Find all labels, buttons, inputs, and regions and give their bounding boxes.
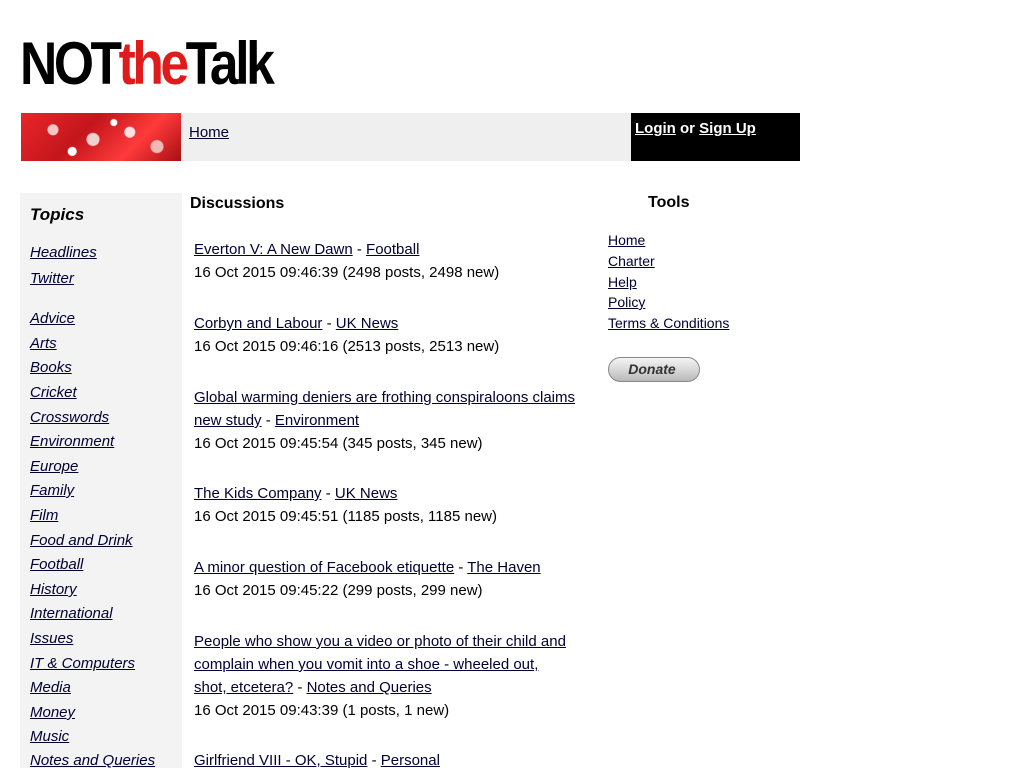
tools-help-link[interactable]: Help xyxy=(608,274,637,290)
sidebar-item-money[interactable]: Money xyxy=(30,704,75,721)
thread-topic-link[interactable]: Football xyxy=(366,241,419,258)
sidebar-item-family[interactable]: Family xyxy=(30,482,74,499)
login-link[interactable]: Login xyxy=(635,120,676,137)
site-logo[interactable]: NOTtheTalk xyxy=(20,30,275,98)
sidebar-item-food-and-drink[interactable]: Food and Drink xyxy=(30,532,133,549)
sidebar-item-notes-and-queries[interactable]: Notes and Queries xyxy=(30,752,155,769)
thread-title-link[interactable]: Corbyn and Labour xyxy=(194,315,322,332)
sidebar-item-crosswords[interactable]: Crosswords xyxy=(30,409,109,426)
donate-button[interactable]: Donate xyxy=(608,357,700,382)
logo-part-the: the xyxy=(118,30,190,97)
thread-item: Corbyn and Labour - UK News 16 Oct 2015 … xyxy=(194,312,604,358)
sidebar-item-international[interactable]: International xyxy=(30,605,113,622)
breadcrumb-home-link[interactable]: Home xyxy=(189,124,229,141)
tools-charter-link[interactable]: Charter xyxy=(608,253,655,269)
thread-title-link[interactable]: A minor question of Facebook etiquette xyxy=(194,559,454,576)
sidebar-item-issues[interactable]: Issues xyxy=(30,630,73,647)
sidebar-item-football[interactable]: Football xyxy=(30,556,83,573)
thread-topic-link[interactable]: Personal xyxy=(381,752,440,769)
thread-title-link[interactable]: Global warming deniers are frothing cons… xyxy=(194,389,575,429)
sidebar-item-advice[interactable]: Advice xyxy=(30,310,75,327)
sidebar-item-headlines[interactable]: Headlines xyxy=(30,244,97,261)
thread-topic-link[interactable]: UK News xyxy=(336,315,399,332)
thread-item: The Kids Company - UK News 16 Oct 2015 0… xyxy=(194,482,604,528)
topics-heading: Topics xyxy=(30,205,85,224)
tools-home-link[interactable]: Home xyxy=(608,232,645,248)
thread-separator: - xyxy=(458,559,464,576)
thread-meta: 16 Oct 2015 09:45:51 (1185 posts, 1185 n… xyxy=(194,508,497,525)
topics-sidebar: Topics Headlines Twitter Advice Arts Boo… xyxy=(20,193,182,769)
thread-item: A minor question of Facebook etiquette -… xyxy=(194,556,604,602)
thread-meta: 16 Oct 2015 09:43:39 (1 posts, 1 new) xyxy=(194,702,450,719)
thread-title-link[interactable]: Girlfriend VIII - OK, Stupid xyxy=(194,752,367,769)
thread-separator: - xyxy=(326,315,332,332)
sidebar-item-arts[interactable]: Arts xyxy=(30,335,57,352)
thread-item: People who show you a video or photo of … xyxy=(194,630,574,722)
thread-separator: - xyxy=(356,241,362,258)
thread-meta: 16 Oct 2015 09:45:22 (299 posts, 299 new… xyxy=(194,582,483,599)
thread-item: Everton V: A New Dawn - Football 16 Oct … xyxy=(194,238,604,284)
login-or-text: or xyxy=(680,120,695,137)
thread-separator: - xyxy=(371,752,377,769)
sidebar-item-europe[interactable]: Europe xyxy=(30,458,78,475)
thread-meta: 16 Oct 2015 09:46:39 (2498 posts, 2498 n… xyxy=(194,264,500,281)
thread-title-link[interactable]: The Kids Company xyxy=(194,485,322,502)
tools-heading: Tools xyxy=(648,194,690,211)
login-box: Login or Sign Up xyxy=(631,113,800,161)
thread-item: Girlfriend VIII - OK, Stupid - Personal xyxy=(194,749,604,772)
thread-meta: 16 Oct 2015 09:45:54 (345 posts, 345 new… xyxy=(194,435,483,452)
sidebar-item-it-computers[interactable]: IT & Computers xyxy=(30,655,135,672)
signup-link[interactable]: Sign Up xyxy=(699,120,756,137)
thread-topic-link[interactable]: Environment xyxy=(275,412,359,429)
sidebar-item-film[interactable]: Film xyxy=(30,507,58,524)
thread-topic-link[interactable]: The Haven xyxy=(467,559,540,576)
breadcrumb: Home xyxy=(181,113,631,161)
sidebar-item-history[interactable]: History xyxy=(30,581,77,598)
thread-topic-link[interactable]: Notes and Queries xyxy=(307,679,432,696)
discussions-heading: Discussions xyxy=(190,195,285,212)
thread-item: Global warming deniers are frothing cons… xyxy=(194,386,604,455)
sidebar-item-environment[interactable]: Environment xyxy=(30,433,114,450)
tools-policy-link[interactable]: Policy xyxy=(608,294,645,310)
sidebar-item-books[interactable]: Books xyxy=(30,359,72,376)
thread-separator: - xyxy=(325,485,331,502)
logo-part-not: NOT xyxy=(20,30,122,97)
thread-title-link[interactable]: Everton V: A New Dawn xyxy=(194,241,353,258)
thread-meta: 16 Oct 2015 09:46:16 (2513 posts, 2513 n… xyxy=(194,338,500,355)
thread-separator: - xyxy=(297,679,303,696)
sidebar-item-cricket[interactable]: Cricket xyxy=(30,384,77,401)
logo-part-talk: Talk xyxy=(185,30,275,97)
thread-topic-link[interactable]: UK News xyxy=(335,485,398,502)
sidebar-item-media[interactable]: Media xyxy=(30,679,71,696)
tools-terms-link[interactable]: Terms & Conditions xyxy=(608,315,729,331)
banner-image xyxy=(21,113,181,161)
sidebar-item-twitter[interactable]: Twitter xyxy=(30,270,74,287)
thread-separator: - xyxy=(265,412,271,429)
sidebar-item-music[interactable]: Music xyxy=(30,728,69,745)
